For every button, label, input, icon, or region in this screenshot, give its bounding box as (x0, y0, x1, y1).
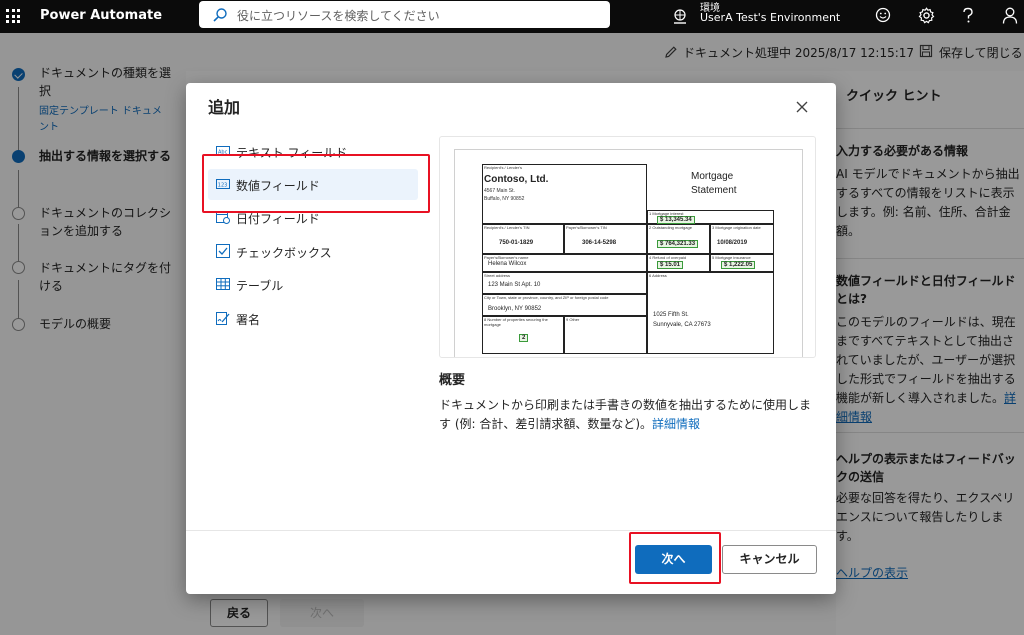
app-launcher-icon[interactable] (6, 9, 20, 23)
doc-value: 750-01-1829 (499, 240, 534, 246)
doc-value: 1025 Fifth St. (653, 312, 689, 318)
learn-more-link[interactable]: 詳細情報 (652, 417, 700, 431)
top-bar: Power Automate 役に立つリソースを検索してください 環境 User… (0, 0, 1024, 33)
option-label: テーブル (236, 279, 284, 293)
doc-label: Recipient's / Lender's TIN (484, 225, 530, 230)
doc-value-box: $ 13,345.34 (657, 216, 695, 224)
option-table[interactable]: テーブル (208, 269, 418, 300)
summary-description: ドキュメントから印刷または手書きの数値を抽出するために使用します (例: 合計、… (439, 396, 816, 434)
doc-label: City or Town, state or province, country… (484, 295, 609, 300)
doc-value: Sunnyvale, CA 27673 (653, 322, 711, 328)
search-placeholder: 役に立つリソースを検索してください (237, 9, 440, 23)
sample-mortgage-statement: Recipient's / Lender's Contoso, Ltd. 456… (454, 149, 803, 357)
help-icon[interactable] (962, 7, 974, 24)
doc-label: 6 Address (649, 273, 667, 278)
doc-company: Contoso, Ltd. (484, 174, 549, 185)
option-signature[interactable]: 署名 (208, 303, 418, 334)
environment-name[interactable]: UserA Test's Environment (700, 11, 840, 24)
doc-value: 123 Main St Apt. 10 (488, 282, 541, 288)
doc-value: 306-14-5298 (582, 240, 617, 246)
highlight-number-field (202, 154, 430, 213)
doc-label: Recipient's / Lender's (484, 165, 522, 170)
doc-label: 5 Mortgage insurance (712, 255, 751, 260)
doc-label: 3 Mortgage origination date (712, 225, 761, 230)
doc-label: Payer's/Borrower's name (484, 255, 529, 260)
doc-title: Statement (691, 185, 737, 196)
doc-value-box: $ 764,321.33 (657, 240, 699, 248)
cancel-button[interactable]: キャンセル (722, 545, 817, 574)
doc-label: 2 Outstanding mortgage (649, 225, 692, 230)
smiley-feedback-icon[interactable] (875, 7, 891, 23)
option-checkbox[interactable]: チェックボックス (208, 236, 418, 267)
summary-text: ドキュメントから印刷または手書きの数値を抽出するために使用します (例: 合計、… (439, 398, 812, 431)
doc-address: 4567 Main St. (484, 188, 515, 194)
doc-value-box: 2 (519, 334, 529, 342)
doc-title: Mortgage (691, 171, 734, 182)
doc-label: 9 Other (566, 317, 580, 322)
table-icon (216, 278, 230, 290)
dialog-divider (186, 530, 836, 531)
dialog-title: 追加 (208, 98, 241, 117)
doc-label: Street address (484, 273, 511, 278)
option-label: チェックボックス (236, 246, 332, 260)
doc-cell (482, 164, 647, 224)
signature-icon (216, 312, 230, 325)
doc-value: Helena Wilcox (488, 261, 527, 267)
environment-icon[interactable] (672, 9, 688, 25)
doc-value-box: $ 1,222.05 (721, 261, 756, 269)
search-box[interactable]: 役に立つリソースを検索してください (199, 1, 610, 28)
checkbox-icon (216, 244, 230, 258)
gear-icon[interactable] (918, 7, 935, 24)
doc-label: 8 Number of properties securing the mort… (484, 317, 548, 327)
doc-label: Payer's/Borrower's TIN (566, 225, 607, 230)
highlight-next-button (629, 532, 721, 584)
field-preview: Recipient's / Lender's Contoso, Ltd. 456… (439, 136, 816, 358)
doc-value: 10/08/2019 (717, 240, 748, 246)
account-icon[interactable] (1002, 7, 1018, 24)
app-title[interactable]: Power Automate (40, 8, 162, 23)
doc-value: Brooklyn, NY 90852 (488, 306, 542, 312)
summary-title: 概要 (439, 373, 466, 388)
option-label: 署名 (236, 313, 261, 327)
close-icon[interactable] (796, 101, 808, 113)
doc-value-box: $ 15.01 (657, 261, 684, 269)
doc-label: 4 Refund of overpaid (649, 255, 687, 260)
doc-address: Buffalo, NY 90852 (484, 196, 525, 202)
search-icon (213, 8, 227, 22)
